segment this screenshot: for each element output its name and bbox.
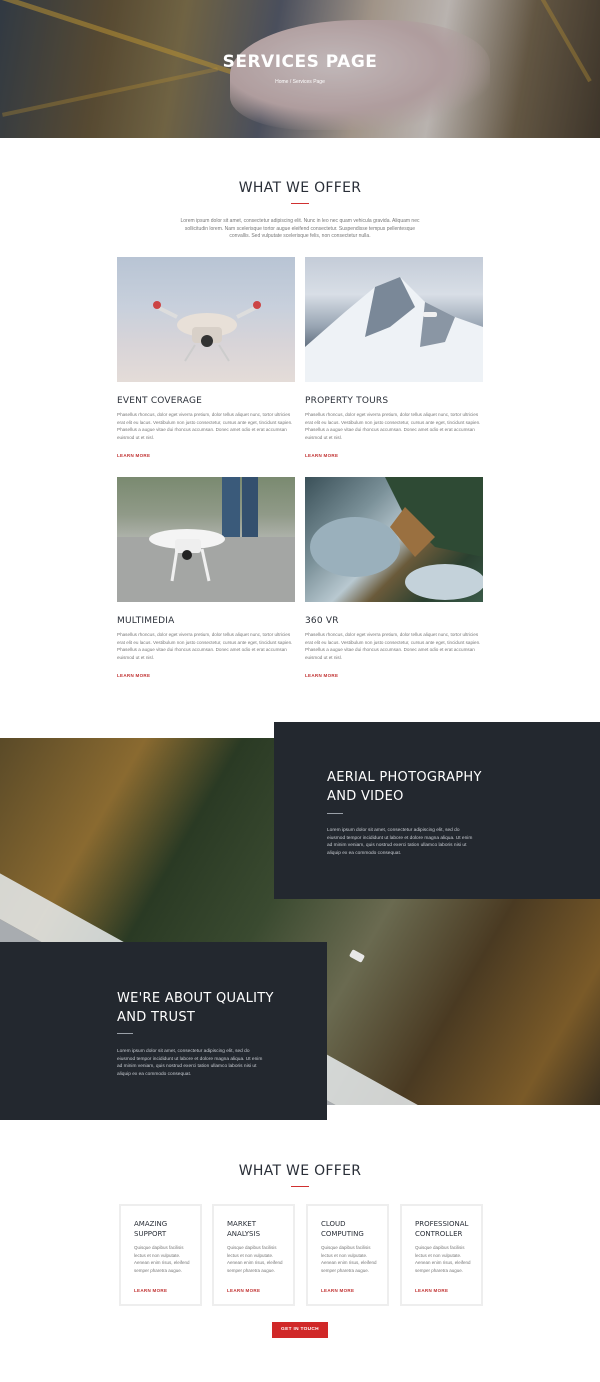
learn-more-link[interactable]: LEARN MORE: [415, 1288, 448, 1293]
feature-card: AMAZING SUPPORT Quisque dapibus facilisi…: [119, 1204, 202, 1306]
aerial-photography-panel: AERIAL PHOTOGRAPHY AND VIDEO Lorem ipsum…: [274, 722, 600, 899]
drone-in-sky-icon: [153, 301, 261, 362]
get-in-touch-button[interactable]: GET IN TOUCH: [272, 1322, 328, 1338]
learn-more-link[interactable]: LEARN MORE: [321, 1288, 354, 1293]
event-coverage-image: [117, 257, 295, 382]
feature-title: AMAZING SUPPORT: [134, 1220, 168, 1238]
service-description: Phasellus rhoncus, dolor eget viverra pr…: [305, 632, 481, 660]
feature-description: Quisque dapibus facilisis lectus et non …: [321, 1245, 377, 1273]
multimedia-image: [117, 477, 295, 602]
feature-description: Quisque dapibus facilisis lectus et non …: [227, 1245, 283, 1273]
aerial-title-line1: AERIAL PHOTOGRAPHY: [327, 770, 482, 785]
feature-description: Quisque dapibus facilisis lectus et non …: [134, 1245, 190, 1273]
service-title: EVENT COVERAGE: [117, 396, 203, 406]
hero-banner: SERVICES PAGE Home / Services Page: [0, 0, 600, 138]
aerial-description: Lorem ipsum dolor sit amet, consectetur …: [327, 828, 473, 856]
mountain-icon: [305, 277, 483, 382]
page-title: SERVICES PAGE: [222, 52, 378, 72]
learn-more-link[interactable]: LEARN MORE: [305, 673, 338, 678]
feature-title: PROFESSIONAL CONTROLLER: [415, 1220, 469, 1238]
vr-image: [305, 477, 483, 602]
quality-title-line2: AND TRUST: [117, 1010, 196, 1025]
service-title: 360 VR: [305, 616, 339, 626]
aerial-divider: [327, 813, 343, 814]
section-title-offer-2: WHAT WE OFFER: [238, 1163, 362, 1179]
learn-more-link[interactable]: LEARN MORE: [134, 1288, 167, 1293]
feature-card: MARKET ANALYSIS Quisque dapibus facilisi…: [212, 1204, 295, 1306]
feature-card: CLOUD COMPUTING Quisque dapibus facilisi…: [306, 1204, 389, 1306]
service-title: MULTIMEDIA: [117, 616, 175, 626]
quality-title-line1: WE'RE ABOUT QUALITY: [117, 991, 274, 1006]
aerial-title-line2: AND VIDEO: [327, 789, 404, 804]
learn-more-link[interactable]: LEARN MORE: [117, 453, 150, 458]
learn-more-link[interactable]: LEARN MORE: [305, 453, 338, 458]
quality-description: Lorem ipsum dolor sit amet, consectetur …: [117, 1049, 263, 1077]
service-description: Phasellus rhoncus, dolor eget viverra pr…: [117, 632, 293, 660]
service-description: Phasellus rhoncus, dolor eget viverra pr…: [305, 412, 481, 440]
car-icon: [348, 949, 366, 963]
feature-title: CLOUD COMPUTING: [321, 1220, 364, 1238]
title-divider: [291, 1186, 309, 1187]
quality-trust-panel: WE'RE ABOUT QUALITY AND TRUST Lorem ipsu…: [0, 942, 327, 1120]
breadcrumb[interactable]: Home / Services Page: [0, 79, 600, 85]
feature-description: Quisque dapibus facilisis lectus et non …: [415, 1245, 471, 1273]
title-divider: [291, 203, 309, 204]
feature-title: MARKET ANALYSIS: [227, 1220, 261, 1238]
drone-on-road-icon: [117, 477, 295, 602]
learn-more-link[interactable]: LEARN MORE: [117, 673, 150, 678]
section-title-offer: WHAT WE OFFER: [238, 180, 362, 196]
feature-card: PROFESSIONAL CONTROLLER Quisque dapibus …: [400, 1204, 483, 1306]
property-tours-image: [305, 257, 483, 382]
aerial-lake-icon: [310, 477, 483, 600]
learn-more-link[interactable]: LEARN MORE: [227, 1288, 260, 1293]
service-description: Phasellus rhoncus, dolor eget viverra pr…: [117, 412, 293, 440]
intro-text: Lorem ipsum dolor sit amet, consectetur …: [180, 218, 420, 239]
quality-divider: [117, 1033, 133, 1034]
service-title: PROPERTY TOURS: [305, 396, 389, 406]
